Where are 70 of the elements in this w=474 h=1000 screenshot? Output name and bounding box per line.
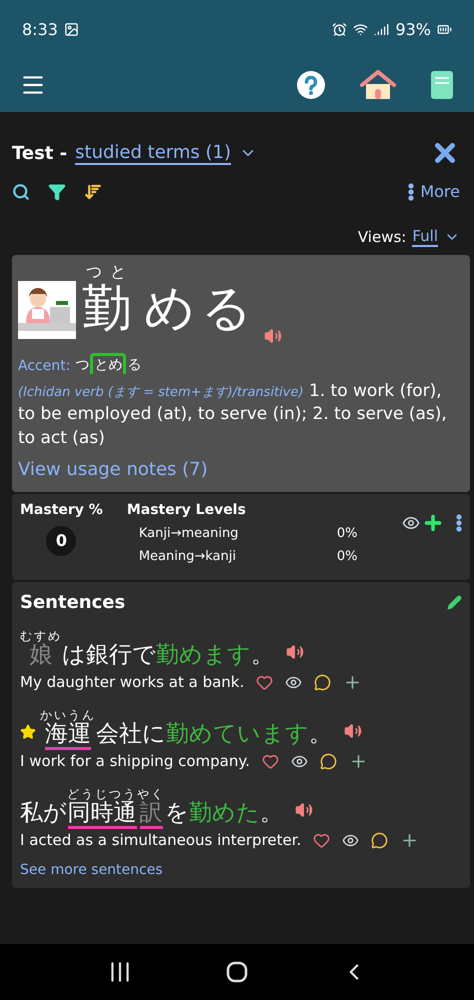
more-icon: [408, 182, 414, 200]
headword: める: [144, 280, 258, 339]
sentence-word: 。: [260, 800, 283, 828]
mastery-levels-title: Mastery Levels: [126, 502, 247, 518]
furigana: やく: [137, 788, 165, 801]
mastery-level-label: Kanji→meaning: [138, 526, 240, 541]
home-button-icon[interactable]: [226, 961, 248, 983]
book-icon[interactable]: [430, 70, 454, 100]
studied-terms-link[interactable]: studied terms (1): [75, 142, 231, 164]
definition-text: (Ichidan verb (ます = stem+ます)/transitive) 1. to work (for), to be employed (at), to serve (in); 2. to serve (as), to act (as): [18, 380, 448, 450]
page-title: Test -: [12, 142, 68, 164]
more-sentences-link[interactable]: See more sentences: [20, 862, 163, 878]
views-dropdown[interactable]: Full: [412, 227, 438, 247]
sentence-word: 私が: [20, 800, 67, 828]
furigana: つと: [86, 263, 134, 281]
status-time: 8:33: [22, 20, 58, 38]
help-icon[interactable]: [296, 70, 326, 100]
sentence-word: 。: [251, 642, 274, 670]
wifi-icon: [353, 22, 368, 36]
sentence-translation: I work for a shipping company.: [20, 752, 250, 770]
furigana: かいうん: [40, 708, 96, 722]
edit-icon[interactable]: [447, 594, 462, 610]
heart-icon[interactable]: [313, 832, 330, 849]
sentence-word: 同時通: [68, 800, 136, 829]
sort-icon[interactable]: [84, 182, 102, 200]
mastery-level-value: 0%: [336, 548, 358, 564]
sentences-title: Sentences: [20, 592, 126, 613]
comment-icon[interactable]: [314, 674, 332, 691]
mastery-gauge: 0: [46, 526, 76, 556]
sentence-word: 。: [309, 722, 332, 749]
home-icon[interactable]: [360, 70, 396, 100]
sentence-word: 海運: [45, 722, 91, 750]
speaker-icon[interactable]: [295, 800, 313, 819]
sentence-translation: I acted as a simultaneous interpreter.: [20, 831, 302, 850]
sentence-word: 娘: [30, 642, 52, 670]
headword: 勤: [82, 280, 138, 339]
alarm-icon: [332, 22, 348, 36]
more-button[interactable]: More: [408, 182, 460, 201]
heart-icon[interactable]: [262, 752, 279, 770]
mastery-title: Mastery %: [20, 502, 103, 518]
comment-icon[interactable]: [320, 752, 337, 770]
sentence-word: 勤めます: [156, 642, 251, 670]
battery-percent: 93%: [395, 20, 431, 38]
gallery-icon: [64, 22, 79, 36]
mastery-level-label: Meaning→kanji: [138, 548, 237, 564]
sentence-word: は銀行で: [62, 642, 156, 670]
furigana: どうじつう: [67, 788, 137, 801]
views-label: Views:: [358, 228, 406, 246]
sentence-word: 勤めた: [189, 800, 260, 828]
search-icon[interactable]: [12, 182, 30, 200]
speaker-icon[interactable]: [344, 722, 362, 740]
accent-mora: とめ: [90, 352, 126, 374]
sentence-translation: My daughter works at a bank.: [20, 673, 244, 692]
comment-icon[interactable]: [371, 832, 388, 849]
signal-icon: [374, 22, 390, 36]
furigana: むすめ: [20, 630, 62, 643]
speaker-icon[interactable]: [264, 326, 282, 345]
filter-icon[interactable]: [48, 182, 66, 200]
more-icon[interactable]: [456, 514, 462, 532]
accent-label: Accent:: [18, 358, 70, 374]
accent-mora: つ: [74, 356, 90, 374]
speaker-icon[interactable]: [286, 642, 304, 661]
sentence-word: を: [165, 800, 189, 828]
accent-mora: る: [126, 356, 142, 374]
mastery-level-value: 0%: [336, 526, 358, 541]
sentence-word: 会社に: [96, 722, 166, 749]
sentence-word: 訳: [140, 800, 162, 829]
sentence-word: 勤めています: [166, 722, 309, 749]
heart-icon[interactable]: [256, 674, 274, 691]
usage-notes-link[interactable]: View usage notes (7): [18, 458, 208, 480]
